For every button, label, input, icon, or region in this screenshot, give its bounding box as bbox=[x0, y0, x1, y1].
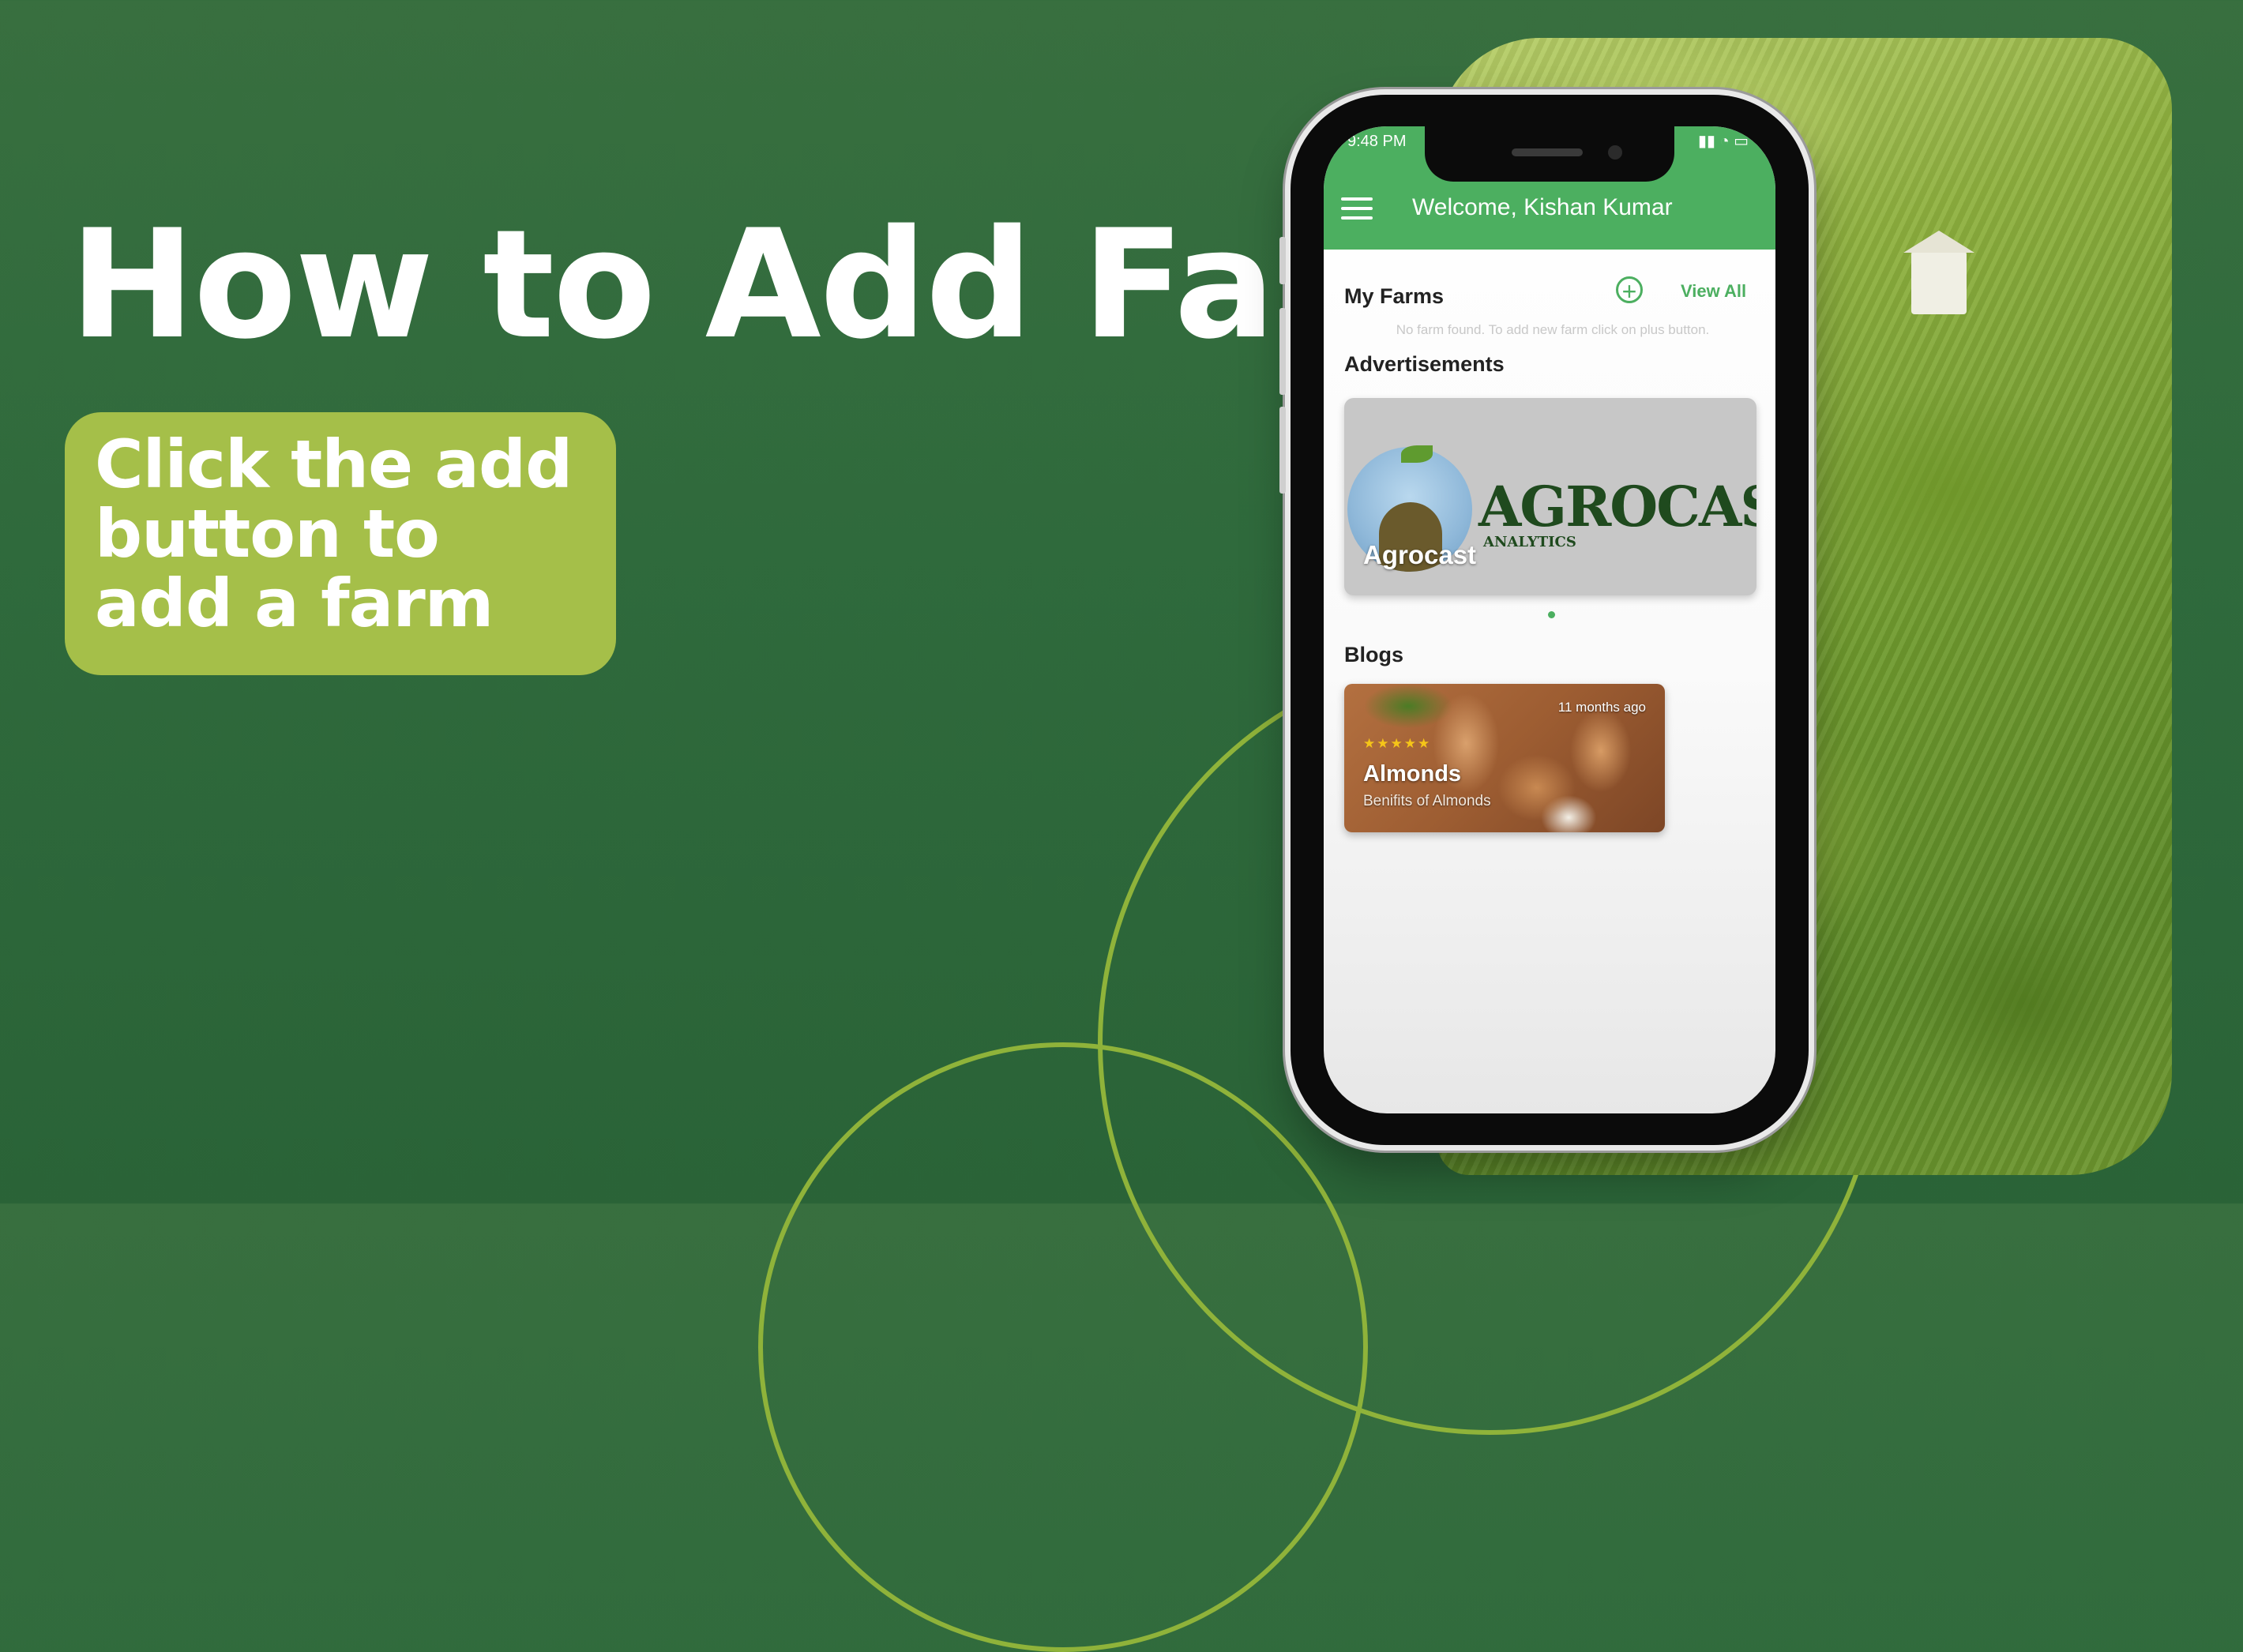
mute-switch bbox=[1279, 237, 1286, 284]
decorative-arc bbox=[758, 1042, 1368, 1652]
battery-icon: ▭ bbox=[1734, 133, 1749, 150]
blog-card[interactable]: 11 months ago ★★★★★ Almonds Benifits of … bbox=[1344, 684, 1665, 832]
no-farm-message: No farm found. To add new farm click on … bbox=[1396, 322, 1710, 337]
star-rating-icon: ★★★★★ bbox=[1363, 736, 1432, 751]
volume-up-button bbox=[1279, 308, 1286, 395]
phone-notch bbox=[1425, 126, 1674, 182]
add-farm-button[interactable]: + bbox=[1616, 276, 1643, 306]
ad-brand-subtext: ANALYTICS bbox=[1483, 534, 1576, 550]
blog-subtitle: Benifits of Almonds bbox=[1363, 793, 1491, 809]
instruction-callout: Click the add button to add a farm bbox=[65, 412, 616, 675]
phone-mockup: 9:48 PM ▮▮ ◔ ▭ Welcome, Kishan Kumar My … bbox=[1279, 95, 1809, 1145]
blogs-heading: Blogs bbox=[1344, 643, 1404, 666]
welcome-title: Welcome, Kishan Kumar bbox=[1412, 194, 1673, 220]
ad-caption: Agrocast bbox=[1363, 540, 1477, 569]
volume-down-button bbox=[1279, 407, 1286, 494]
carousel-indicator[interactable] bbox=[1548, 611, 1555, 618]
plus-circle-icon: + bbox=[1621, 277, 1637, 306]
status-icons: ▮▮ ◔ ▭ bbox=[1698, 131, 1749, 151]
front-camera bbox=[1608, 145, 1622, 160]
leaf-icon bbox=[1401, 445, 1433, 463]
wifi-icon: ◔ bbox=[1719, 133, 1730, 150]
view-all-farms-link[interactable]: View All bbox=[1681, 281, 1746, 302]
speaker-grille bbox=[1512, 148, 1583, 156]
status-time: 9:48 PM bbox=[1347, 133, 1407, 150]
phone-screen: 9:48 PM ▮▮ ◔ ▭ Welcome, Kishan Kumar My … bbox=[1324, 126, 1775, 1113]
advertisement-card[interactable]: AGROCAST ANALYTICS Agrocast bbox=[1344, 398, 1756, 595]
my-farms-heading: My Farms bbox=[1344, 284, 1445, 308]
signal-icon: ▮▮ bbox=[1697, 133, 1715, 150]
hamburger-menu-icon[interactable] bbox=[1341, 197, 1373, 221]
slide-title: How to Add Farm bbox=[70, 197, 1502, 372]
instruction-text: Click the add button to add a farm bbox=[95, 426, 573, 642]
ad-brand-text: AGROCAST bbox=[1478, 474, 1756, 539]
blog-title: Almonds bbox=[1363, 761, 1462, 787]
advertisements-heading: Advertisements bbox=[1344, 352, 1505, 376]
farmhouse-shape bbox=[1903, 231, 1974, 314]
blog-time: 11 months ago bbox=[1557, 700, 1646, 715]
